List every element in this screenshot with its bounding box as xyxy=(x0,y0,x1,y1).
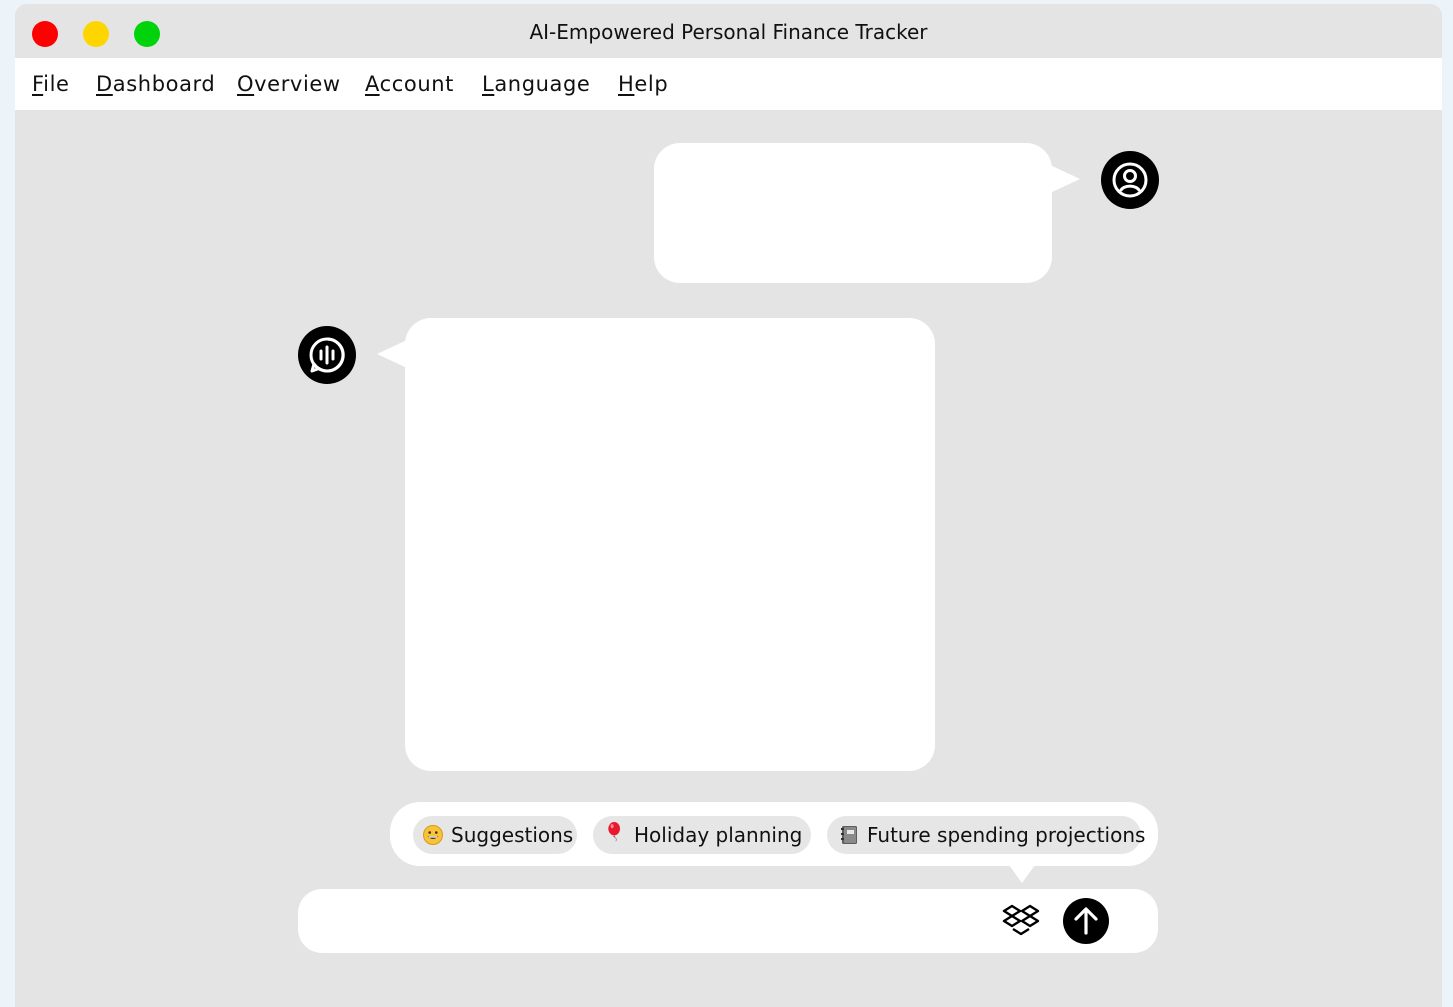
user-avatar-icon xyxy=(1101,151,1159,209)
grinning-face-icon xyxy=(423,825,443,845)
title-bar: AI-Empowered Personal Finance Tracker xyxy=(15,4,1442,58)
suggestion-chip-suggestions[interactable]: Suggestions xyxy=(413,816,577,854)
suggestion-chip-future-spending-projections[interactable]: Future spending projections xyxy=(827,816,1145,854)
window-title: AI-Empowered Personal Finance Tracker xyxy=(529,20,928,44)
menu-account[interactable]: Account xyxy=(365,72,454,96)
arrow-up-icon xyxy=(1074,907,1098,935)
dropbox-icon xyxy=(1002,904,1040,936)
dropbox-attach-button[interactable] xyxy=(1001,903,1041,939)
menu-help[interactable]: Help xyxy=(618,72,668,96)
notebook-icon xyxy=(841,826,857,844)
suggestions-bar: Suggestions Holiday planning Future spen… xyxy=(390,802,1158,883)
menu-dashboard[interactable]: Dashboard xyxy=(96,72,215,96)
send-button[interactable] xyxy=(1063,898,1109,944)
user-message-bubble xyxy=(654,143,1080,283)
message-input[interactable] xyxy=(318,901,982,943)
ai-assistant-avatar-icon xyxy=(298,326,356,384)
menu-overview[interactable]: Overview xyxy=(237,72,341,96)
menu-bar: File Dashboard Overview Account Language… xyxy=(15,58,1442,110)
balloon-icon xyxy=(608,822,620,842)
menu-file[interactable]: File xyxy=(32,72,70,96)
suggestion-chip-holiday-planning[interactable]: Holiday planning xyxy=(593,816,811,854)
ai-message-bubble xyxy=(377,318,935,771)
menu-language[interactable]: Language xyxy=(482,72,590,96)
app-window: AI-Empowered Personal Finance Tracker Fi… xyxy=(15,4,1442,1007)
message-composer xyxy=(298,889,1158,953)
